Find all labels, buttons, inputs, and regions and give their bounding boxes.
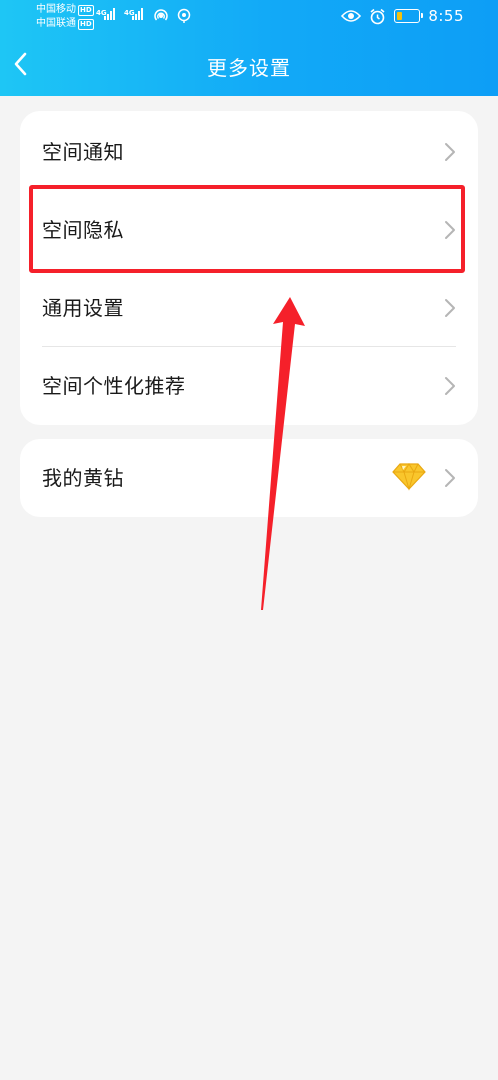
settings-item-space-notification[interactable]: 空间通知 — [20, 113, 478, 191]
chevron-right-icon — [445, 143, 455, 161]
carrier-1: 中国移动 HD — [36, 4, 94, 16]
battery-icon — [394, 9, 424, 23]
status-bar: 中国移动 HD 中国联通 HD 4G 4G 8:55 — [0, 0, 498, 34]
carrier-2-label: 中国联通 — [36, 18, 76, 29]
clock: 8:55 — [428, 7, 464, 25]
chevron-right-icon — [445, 221, 455, 239]
settings-item-yellow-diamond[interactable]: 我的黄钻 — [20, 439, 478, 517]
chevron-right-icon — [445, 377, 455, 395]
settings-item-label: 空间通知 — [42, 140, 124, 164]
eye-icon — [341, 10, 362, 22]
wifi-hotspot-icon — [154, 9, 168, 21]
carrier-1-label: 中国移动 — [36, 4, 76, 15]
signal-icon — [132, 8, 143, 20]
top-bar: 中国移动 HD 中国联通 HD 4G 4G 8:55 更多设置 — [0, 0, 498, 96]
hd-badge: HD — [78, 4, 94, 16]
signal-icon — [104, 8, 115, 20]
alarm-icon — [370, 8, 385, 24]
carrier-2: 中国联通 HD — [36, 18, 94, 30]
settings-item-general[interactable]: 通用设置 — [20, 269, 478, 347]
settings-item-label: 通用设置 — [42, 296, 124, 320]
settings-item-personalized-recommendation[interactable]: 空间个性化推荐 — [20, 347, 478, 425]
chevron-right-icon — [445, 299, 455, 317]
settings-card-vip: 我的黄钻 — [20, 439, 478, 517]
yellow-diamond-icon — [392, 463, 426, 491]
status-right: 8:55 — [341, 6, 464, 26]
settings-item-space-privacy[interactable]: 空间隐私 — [20, 191, 478, 269]
settings-card-main: 空间通知 空间隐私 通用设置 空间个性化推荐 — [20, 111, 478, 425]
page-title: 更多设置 — [207, 56, 291, 80]
hd-badge: HD — [78, 18, 94, 30]
settings-item-label: 空间个性化推荐 — [42, 374, 186, 398]
nfc-icon — [177, 8, 191, 23]
settings-item-label: 我的黄钻 — [42, 466, 124, 490]
settings-item-label: 空间隐私 — [42, 218, 124, 242]
chevron-right-icon — [445, 469, 455, 487]
